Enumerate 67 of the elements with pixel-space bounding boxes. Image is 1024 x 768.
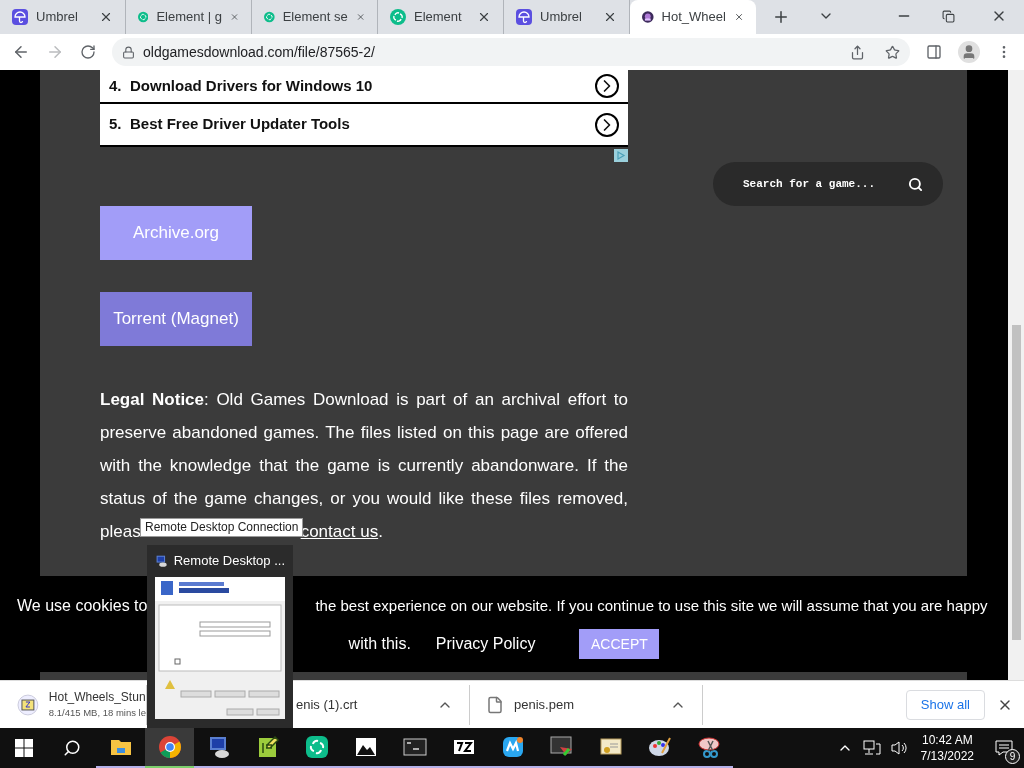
clock-date[interactable]: 7/13/2022 <box>920 748 974 764</box>
element-logo-icon <box>390 9 406 25</box>
bookmark-icon[interactable] <box>885 44 900 60</box>
game-logo-icon <box>642 9 654 25</box>
clock-time[interactable]: 10:42 AM <box>921 732 973 748</box>
tab-title: Element se <box>282 8 348 27</box>
search-icon[interactable] <box>63 739 81 757</box>
preview-title: Remote Desktop ... <box>173 552 285 571</box>
speaker-icon[interactable] <box>890 740 909 756</box>
app-icon[interactable] <box>500 735 525 759</box>
reload-icon[interactable] <box>80 44 96 60</box>
mountain-picture-icon[interactable] <box>353 735 378 759</box>
close-tab-icon[interactable] <box>477 10 491 24</box>
legal-notice-text: pleas <box>100 521 141 543</box>
privacy-policy-link[interactable]: Privacy Policy <box>435 632 536 656</box>
download-item[interactable]: penis.pem <box>470 684 703 725</box>
cookie-text: We use cookies to <box>17 596 148 616</box>
archive-file-icon <box>17 693 39 716</box>
cookie-text: the best experience on our website. If you continue to use this site we will assume that you are happy <box>315 596 988 616</box>
download-button[interactable]: Torrent (Magnet) <box>100 292 252 346</box>
cookie-text: with this. <box>348 634 411 654</box>
show-all-button[interactable]: Show all <box>905 689 985 720</box>
terminal-icon[interactable] <box>402 735 427 759</box>
tab-title: Hot_Wheel <box>661 8 726 27</box>
lock-icon <box>122 45 135 59</box>
taskbar-thumbnail-tooltip[interactable]: Remote Desktop ... <box>147 545 293 728</box>
search-placeholder: Search for a game... <box>743 176 877 192</box>
new-tab-icon[interactable] <box>772 8 790 26</box>
taskbar-app[interactable] <box>145 728 194 768</box>
element-logo-icon[interactable] <box>304 735 329 759</box>
address-bar[interactable]: oldgamesdownload.com/file/87565-2/ <box>112 38 910 66</box>
network-icon[interactable] <box>862 740 881 756</box>
umbrella-icon <box>516 9 532 25</box>
notification-count: 9 <box>1005 749 1020 764</box>
file-icon <box>486 695 504 714</box>
paint-palette-icon[interactable] <box>647 735 672 759</box>
share-icon[interactable] <box>850 44 865 60</box>
back-icon[interactable] <box>12 43 30 61</box>
scrollbar[interactable] <box>1008 70 1024 680</box>
url-text: oldgamesdownload.com/file/87565-2/ <box>143 42 376 62</box>
download-filename: Hot_Wheels_Stun <box>48 689 146 707</box>
tab-title: Element <box>414 8 463 27</box>
search-icon[interactable] <box>908 176 923 192</box>
chrome-icon[interactable] <box>157 735 182 759</box>
remote-desktop-tooltip: Remote Desktop Connection <box>140 518 304 537</box>
scissors-icon[interactable] <box>696 735 721 759</box>
windows-start-icon[interactable] <box>15 739 33 757</box>
download-status: 8.1/415 MB, 18 mins le <box>48 706 146 721</box>
restore-icon[interactable] <box>942 10 955 23</box>
code-window-icon[interactable] <box>549 735 574 759</box>
profile-avatar[interactable] <box>958 41 980 63</box>
download-filename: penis.pem <box>514 695 575 714</box>
side-panel-icon[interactable] <box>926 44 942 60</box>
element-logo-icon <box>264 9 275 25</box>
browser-tab[interactable]: Hot_Wheel <box>630 0 756 34</box>
close-tab-icon[interactable] <box>99 10 113 24</box>
related-link[interactable]: 4. Download Drivers for Windows 10 <box>100 70 628 104</box>
element-logo-icon <box>138 9 149 25</box>
close-tab-icon[interactable] <box>603 10 617 24</box>
download-filename: enis (1).crt <box>296 695 359 714</box>
tab-title: Umbrel <box>36 8 79 27</box>
tab-title: Umbrel <box>540 8 583 27</box>
download-item[interactable]: Hot_Wheels_Stun 8.1/415 MB, 18 mins le <box>0 684 147 725</box>
search-field[interactable]: Search for a game... <box>713 162 943 206</box>
related-link[interactable]: 5. Best Free Driver Updater Tools <box>100 104 628 147</box>
tab-title: Element | g <box>156 8 222 27</box>
umbrella-icon <box>12 9 28 25</box>
